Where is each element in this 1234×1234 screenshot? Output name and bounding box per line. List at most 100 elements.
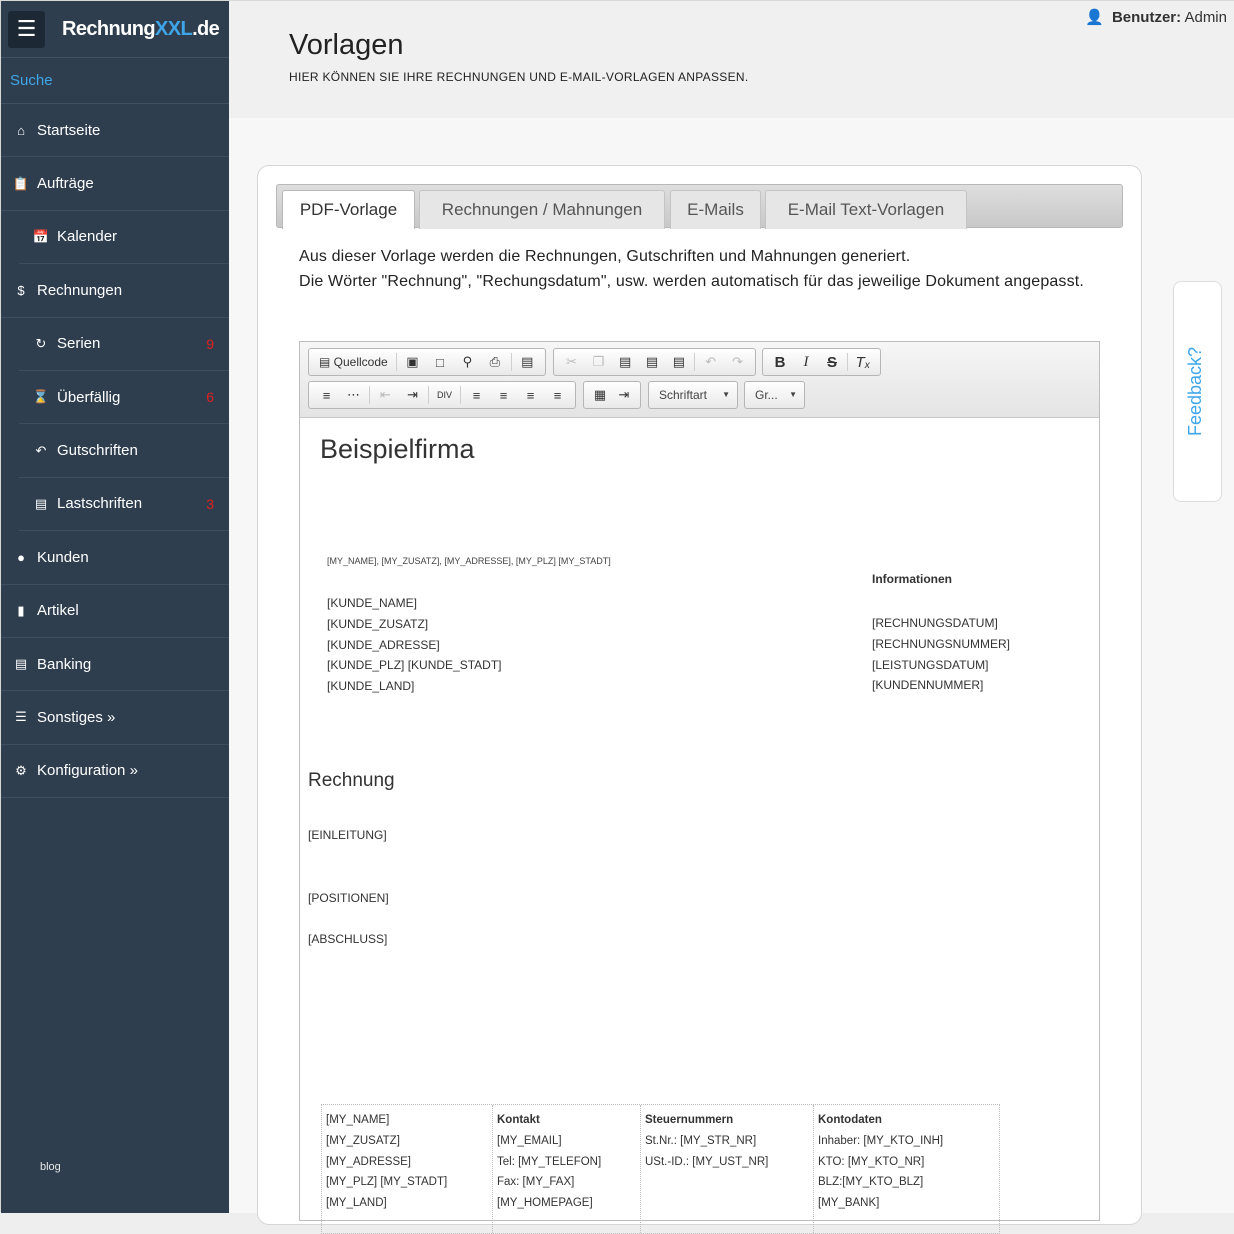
new-page-icon[interactable]: □: [426, 351, 453, 373]
sidebar-item-sonstiges[interactable]: ☰ Sonstiges »: [1, 691, 229, 745]
document-title: Rechnung: [308, 770, 395, 791]
sidebar-item-label: Rechnungen: [37, 281, 123, 299]
page-break-icon[interactable]: ⇥: [612, 384, 636, 406]
credit-card-icon: ▤: [34, 495, 48, 511]
toolbar-separator: [460, 386, 461, 404]
logo[interactable]: RechnungXXL.de: [62, 17, 220, 41]
align-center-icon[interactable]: ≡: [490, 384, 517, 406]
copy-icon[interactable]: ❐: [585, 351, 612, 373]
paste-word-icon[interactable]: ▤: [665, 351, 692, 373]
paste-icon[interactable]: ▤: [612, 351, 639, 373]
hourglass-icon: ⌛: [32, 389, 50, 405]
sidebar-item-startseite[interactable]: ⌂ Startseite: [1, 104, 229, 158]
align-right-icon[interactable]: ≡: [517, 384, 544, 406]
footer-cell: [MY_HOMEPAGE]: [497, 1197, 593, 1210]
print-icon[interactable]: ⎙: [481, 351, 508, 373]
logo-tld: .de: [192, 17, 220, 40]
sidebar-item-label: Startseite: [37, 121, 101, 139]
barcode-icon: ▮: [17, 602, 25, 618]
feedback-tab[interactable]: Feedback?: [1173, 281, 1222, 502]
sidebar-item-ueberfaellig[interactable]: ⌛ Überfällig 6: [19, 371, 229, 425]
preview-icon[interactable]: ⚲: [454, 351, 481, 373]
bulleted-list-icon[interactable]: ⋯: [340, 384, 367, 406]
editor-content[interactable]: Beispielfirma [MY_NAME], [MY_ZUSATZ], [M…: [300, 418, 1099, 1234]
footer-col-tax: Steuernummern St.Nr.: [MY_STR_NR] USt.-I…: [641, 1105, 814, 1233]
tab-rechnungen-mahnungen[interactable]: Rechnungen / Mahnungen: [419, 190, 665, 229]
font-size-value: Gr...: [755, 388, 778, 402]
intro-text: Aus dieser Vorlage werden die Rechnungen…: [299, 245, 1109, 294]
footer-cell: [MY_EMAIL]: [497, 1134, 562, 1147]
blog-link[interactable]: blog: [40, 1161, 61, 1173]
tab-email-text-vorlagen[interactable]: E-Mail Text-Vorlagen: [765, 190, 967, 229]
sender-line: [MY_NAME], [MY_ZUSATZ], [MY_ADRESSE], [M…: [327, 556, 611, 566]
remove-format-icon[interactable]: Tₓ: [850, 351, 876, 373]
numbered-list-icon[interactable]: ≡: [313, 384, 340, 406]
logo-main: Rechnung: [62, 17, 156, 40]
footer-table: [MY_NAME] [MY_ZUSATZ] [MY_ADRESSE] [MY_P…: [321, 1104, 1000, 1234]
toolbar-separator: [395, 353, 397, 371]
bold-icon[interactable]: B: [767, 351, 793, 373]
footer-cell: [MY_BANK]: [818, 1197, 880, 1210]
info-line: [RECHNUNGSDATUM]: [872, 616, 998, 630]
closing-placeholder: [ABSCHLUSS]: [308, 932, 388, 946]
outdent-icon[interactable]: ⇤: [372, 384, 399, 406]
tab-emails[interactable]: E-Mails: [670, 190, 761, 229]
footer-cell: USt.-ID.: [MY_UST_NR]: [645, 1155, 769, 1168]
sidebar-item-banking[interactable]: ▤ Banking: [1, 638, 229, 692]
align-justify-icon[interactable]: ≡: [544, 384, 571, 406]
address-line: [KUNDE_LAND]: [327, 679, 415, 694]
font-size-select[interactable]: Gr... ▼: [744, 381, 805, 409]
sidebar-item-auftraege[interactable]: 📋 Aufträge: [1, 157, 229, 211]
sidebar-item-label: Banking: [37, 655, 92, 673]
sidebar-item-artikel[interactable]: ▮ Artikel: [1, 585, 229, 638]
font-family-value: Schriftart: [659, 388, 708, 402]
table-icon[interactable]: ▦: [588, 384, 612, 406]
footer-cell: [MY_ZUSATZ]: [326, 1134, 400, 1147]
align-left-icon[interactable]: ≡: [463, 384, 490, 406]
undo-icon[interactable]: ↶: [697, 351, 724, 373]
address-line: [KUNDE_NAME]: [327, 596, 418, 610]
font-family-select[interactable]: Schriftart ▼: [648, 381, 738, 409]
user-name: Admin: [1184, 9, 1227, 26]
sidebar-item-label: Kunden: [37, 548, 89, 566]
source-button[interactable]: ▤ Quellcode: [313, 351, 394, 373]
sidebar-item-gutschriften[interactable]: ↶ Gutschriften: [19, 424, 229, 478]
toolbar-separator: [428, 386, 429, 404]
info-line: [LEISTUNGSDATUM]: [872, 657, 989, 672]
footer-cell: KTO: [MY_KTO_NR]: [818, 1155, 925, 1168]
sidebar-search[interactable]: Suche: [1, 58, 229, 104]
brand-bar: ☰ RechnungXXL.de: [1, 1, 229, 58]
rich-text-editor[interactable]: ▤ Quellcode ▣ □ ⚲ ⎙ ▤ ✂ ❐ ▤ ▤ ▤ ↶ ↷ B I …: [299, 341, 1100, 1234]
strikethrough-icon[interactable]: S: [819, 351, 845, 373]
sidebar-item-rechnungen[interactable]: $ Rechnungen: [1, 264, 229, 318]
search-label: Suche: [10, 72, 53, 89]
tab-bar: PDF-Vorlage Rechnungen / Mahnungen E-Mai…: [276, 184, 1123, 229]
cut-icon[interactable]: ✂: [558, 351, 585, 373]
toolbar-group-paragraph: ≡ ⋯ ⇤ ⇥ DIV ≡ ≡ ≡ ≡: [308, 381, 576, 409]
address-line: [KUNDE_PLZ] [KUNDE_STADT]: [327, 658, 502, 673]
chevron-down-icon: ▼: [722, 390, 730, 399]
div-container-icon[interactable]: DIV: [431, 384, 458, 406]
redo-icon[interactable]: ↷: [724, 351, 751, 373]
address-line: [KUNDE_ZUSATZ]: [327, 616, 429, 631]
sidebar: ☰ RechnungXXL.de Suche ⌂ Startseite 📋 Auft…: [1, 1, 229, 1213]
sidebar-item-lastschriften[interactable]: ▤ Lastschriften 3: [19, 478, 229, 532]
hamburger-icon[interactable]: ☰: [8, 10, 45, 48]
footer-cell: [MY_PLZ] [MY_STADT]: [326, 1176, 448, 1189]
count-badge: 9: [206, 335, 214, 352]
sidebar-item-label: Aufträge: [37, 175, 94, 193]
templates-icon[interactable]: ▤: [514, 351, 541, 373]
save-icon[interactable]: ▣: [399, 351, 426, 373]
sidebar-item-kunden[interactable]: ● Kunden: [1, 531, 229, 585]
paste-text-icon[interactable]: ▤: [639, 351, 666, 373]
toolbar-separator: [369, 386, 370, 404]
sidebar-item-serien[interactable]: ↻ Serien 9: [19, 318, 229, 371]
tab-pdf-vorlage[interactable]: PDF-Vorlage: [282, 190, 415, 229]
user-info[interactable]: 👤 Benutzer: Admin: [1085, 8, 1227, 26]
sidebar-item-label: Sonstiges »: [37, 708, 116, 726]
indent-icon[interactable]: ⇥: [399, 384, 426, 406]
sidebar-item-konfiguration[interactable]: ⚙ Konfiguration »: [1, 745, 229, 799]
sidebar-item-kalender[interactable]: 📅 Kalender: [19, 211, 229, 265]
italic-icon[interactable]: I: [793, 351, 819, 373]
toolbar-group-insert: ▦ ⇥: [583, 381, 641, 409]
